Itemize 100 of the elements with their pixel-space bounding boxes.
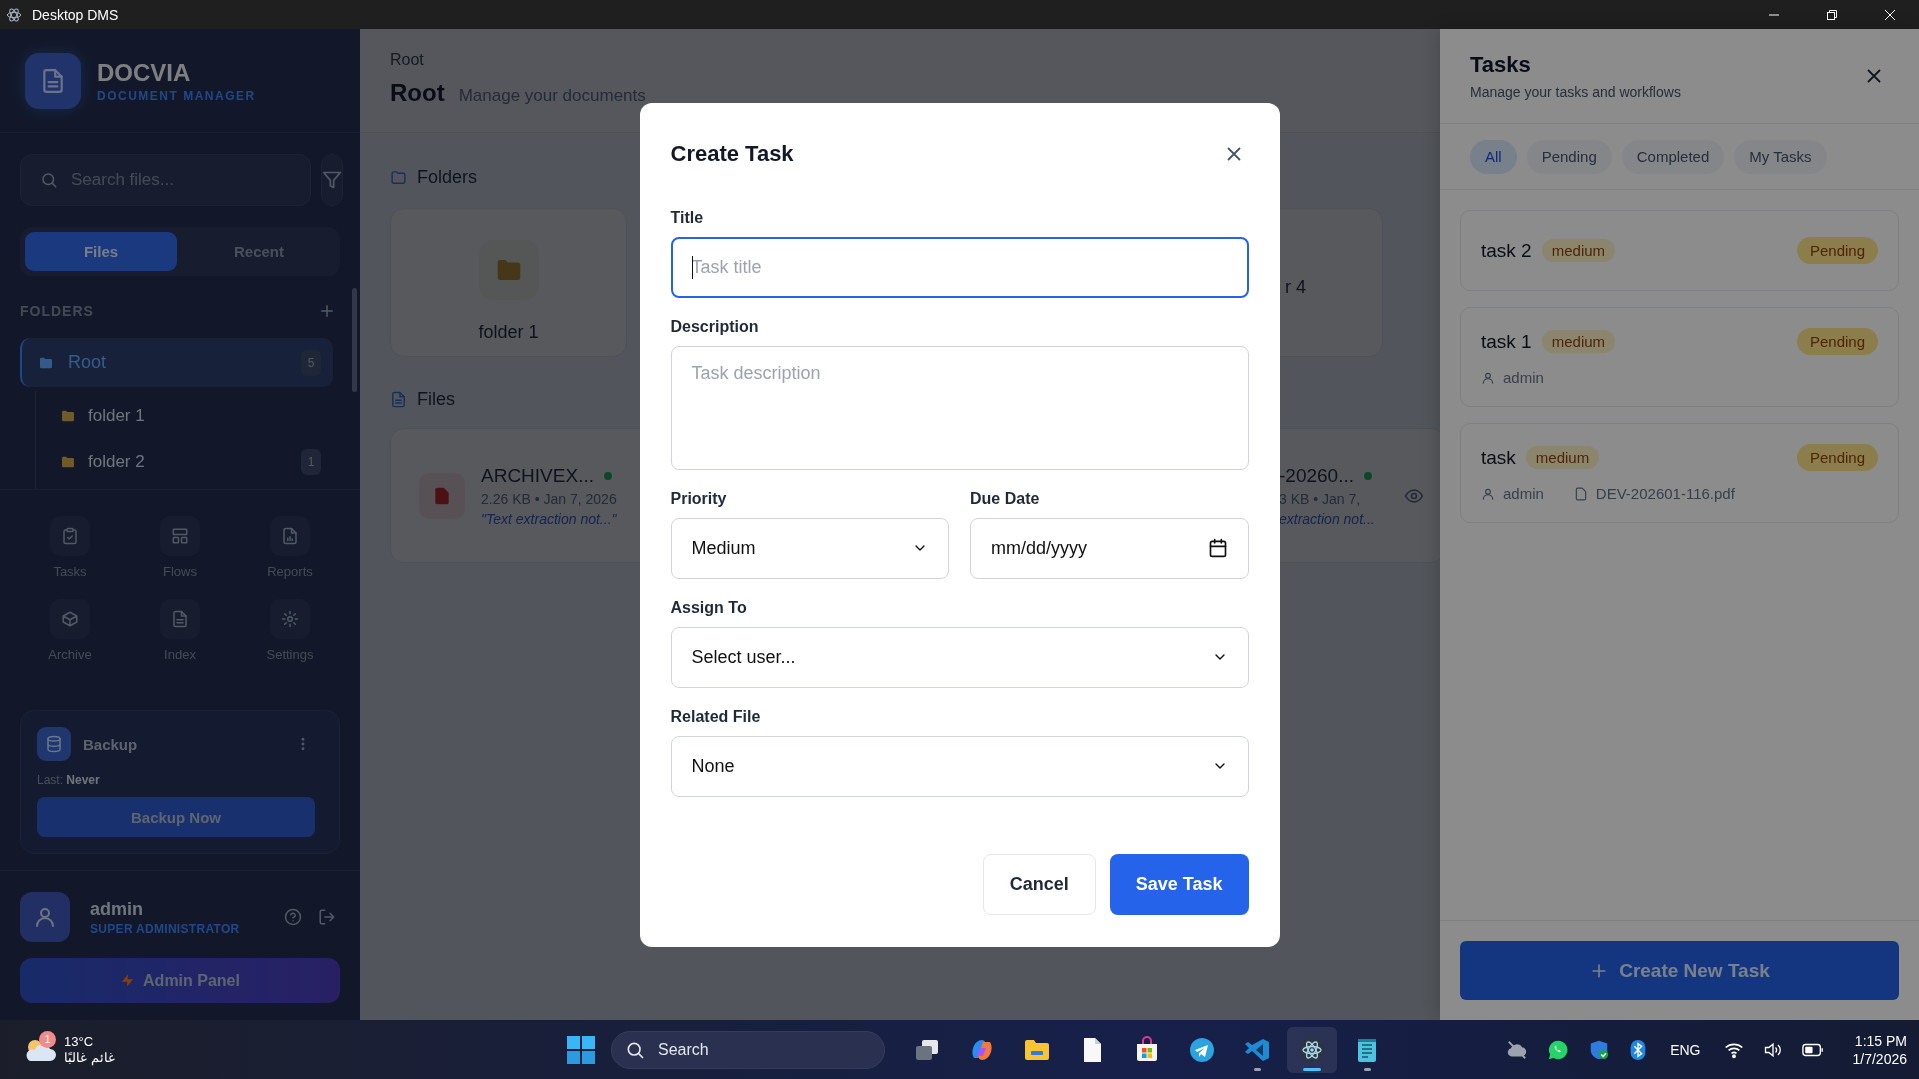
task-title: task: [1481, 446, 1516, 469]
select-field[interactable]: Select user...: [670, 626, 1249, 688]
priority-badge: medium: [1541, 330, 1616, 353]
file-preview: extraction not...: [1279, 510, 1375, 527]
save-button[interactable]: Save Task: [1109, 853, 1249, 915]
folder-icon: [60, 408, 76, 424]
create-task-button[interactable]: Create New Task: [1460, 941, 1899, 1000]
file-icon: [432, 485, 452, 506]
taskbar-button[interactable]: [1287, 1026, 1337, 1073]
task-title: task 2: [1481, 239, 1532, 262]
scrollbar[interactable]: [352, 288, 357, 392]
language-indicator[interactable]: ENG: [1670, 1041, 1701, 1058]
clipboard-check-icon: [61, 527, 79, 545]
text-field[interactable]: Task title: [670, 236, 1249, 298]
taskbar-search[interactable]: Search: [611, 1030, 885, 1069]
battery-icon[interactable]: [1801, 1042, 1824, 1057]
filter-tab[interactable]: All: [1470, 139, 1517, 174]
select-field[interactable]: Medium: [670, 517, 949, 579]
brand-name: DOCVIA: [97, 58, 192, 87]
notification-badge: 1: [39, 1030, 56, 1048]
atom-icon: [6, 6, 22, 23]
document-icon: [390, 391, 407, 408]
atom-icon: [1298, 1035, 1326, 1064]
help-icon: [284, 908, 302, 926]
task-card[interactable]: task medium Pending admin DEV-202601-116.pdf: [1460, 423, 1899, 523]
file-name: -20260...: [1279, 464, 1354, 487]
calendar-icon: [1207, 538, 1228, 558]
lightning-icon: [120, 973, 136, 988]
restore-icon: [1826, 8, 1838, 21]
priority-badge: medium: [1525, 446, 1600, 469]
section-heading: Files: [417, 389, 455, 410]
task-title: task 1: [1481, 330, 1532, 353]
plus-icon: [318, 302, 336, 320]
status-badge: Pending: [1796, 237, 1878, 264]
page-title: Root: [390, 79, 445, 107]
chart-document-icon: [281, 527, 299, 545]
database-icon: [45, 735, 63, 753]
gear-icon: [281, 610, 299, 628]
filter-tab[interactable]: Completed: [1621, 139, 1725, 174]
task-card[interactable]: task 1 medium Pending admin: [1460, 307, 1899, 407]
field-label: Title: [670, 208, 705, 227]
layout-icon: [171, 527, 189, 545]
bluetooth-icon[interactable]: [1629, 1038, 1648, 1061]
field-label: Due Date: [970, 489, 1041, 508]
paper-plane-icon: [1188, 1035, 1216, 1064]
date-field[interactable]: mm/dd/yyyy: [970, 517, 1249, 579]
cube-icon: [61, 610, 79, 628]
folder-icon: [60, 454, 76, 470]
folder-item[interactable]: folder 1: [36, 395, 333, 437]
file-preview: "Text extraction not...": [481, 510, 617, 527]
filter-icon: [322, 170, 342, 190]
task-card[interactable]: task 2 medium Pending: [1460, 210, 1899, 291]
logout-icon: [318, 908, 336, 926]
assignee: admin: [1503, 485, 1544, 502]
user-icon: [1481, 486, 1495, 501]
close-icon: [1884, 8, 1896, 21]
file-name: ARCHIVEX...: [481, 464, 594, 487]
cloud-off-icon[interactable]: [1506, 1038, 1529, 1061]
field-label: Description: [670, 317, 760, 336]
folder-icon: [390, 169, 407, 186]
shield-icon[interactable]: [1588, 1038, 1611, 1061]
admin-panel-button[interactable]: Admin Panel: [20, 958, 340, 1003]
text-area[interactable]: Task description: [670, 345, 1249, 470]
related-file: DEV-202601-116.pdf: [1595, 485, 1735, 502]
backup-now-button[interactable]: Backup Now: [37, 797, 315, 837]
weather-condition: غائم غالبًا: [64, 1049, 115, 1066]
folder-card[interactable]: folder 1: [390, 208, 627, 357]
filter-tab[interactable]: Pending: [1526, 139, 1612, 174]
user-icon: [33, 905, 57, 929]
user-icon: [1481, 370, 1495, 385]
text-cursor: [691, 255, 693, 279]
dialog-title: Create Task: [670, 140, 794, 167]
filter-button[interactable]: [321, 154, 343, 206]
field-label: Priority: [670, 489, 728, 508]
chat-icon[interactable]: [1547, 1038, 1570, 1061]
window-title: Desktop DMS: [32, 6, 119, 23]
brand-tagline: DOCUMENT MANAGER: [97, 88, 256, 103]
filter-tab[interactable]: My Tasks: [1734, 139, 1827, 174]
search-icon: [40, 171, 58, 189]
panel-title: Tasks: [1470, 52, 1532, 78]
start-icon: [566, 1034, 596, 1065]
select-field[interactable]: None: [670, 735, 1249, 797]
user-name: admin: [90, 898, 144, 920]
user-role: SUPER ADMINISTRATOR: [90, 921, 241, 936]
cancel-button[interactable]: Cancel: [982, 853, 1096, 915]
breadcrumb[interactable]: Root: [390, 51, 424, 69]
panel-subtitle: Manage your tasks and workflows: [1470, 84, 1682, 100]
volume-icon[interactable]: [1762, 1040, 1783, 1059]
card-title: Backup: [83, 735, 139, 753]
file-icon: [1573, 486, 1588, 501]
document-icon: [171, 610, 189, 628]
section-heading: Folders: [417, 167, 478, 188]
priority-badge: medium: [1541, 239, 1616, 262]
document-icon: [40, 67, 66, 94]
field-label: Related File: [670, 707, 762, 726]
assignee: admin: [1503, 369, 1544, 386]
tab[interactable]: Files: [25, 232, 177, 271]
status-badge: Pending: [1796, 444, 1878, 471]
clock[interactable]: 1:15 PM 1/7/2026: [1852, 1031, 1907, 1068]
status-badge: Pending: [1796, 328, 1878, 355]
